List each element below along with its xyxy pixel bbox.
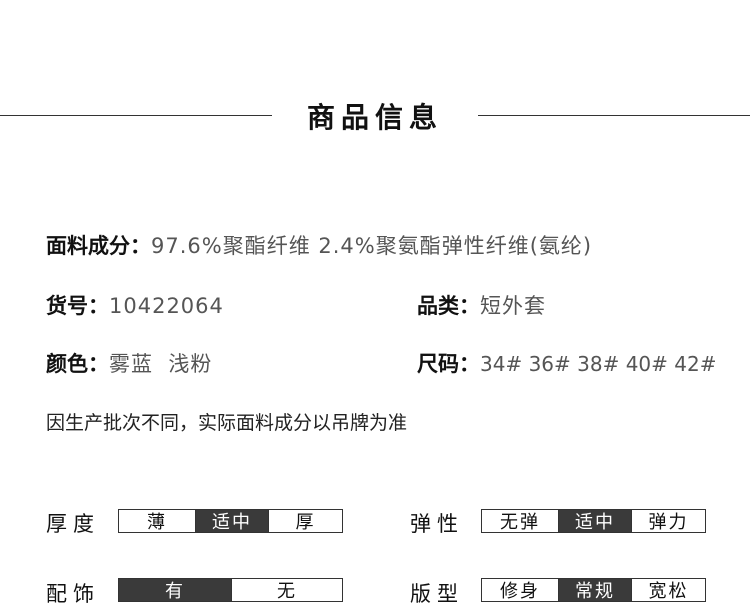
section-title: 商品信息 — [306, 101, 443, 134]
thickness-scale: 薄 适中 厚 — [118, 509, 343, 533]
accessory-scale: 有 无 — [118, 578, 343, 602]
size-label: 尺码： — [417, 352, 480, 376]
fit-scale: 修身 常规 宽松 — [481, 578, 706, 602]
elasticity-scale: 无弹 适中 弹力 — [481, 509, 706, 533]
accessory-option: 无 — [231, 579, 342, 602]
thickness-option: 薄 — [147, 512, 167, 533]
sku-value: 10422064 — [109, 294, 224, 318]
fit-option: 常规 — [558, 579, 631, 602]
sku-label: 货号： — [46, 294, 109, 318]
material-label: 面料成分： — [46, 234, 151, 258]
accessory-label: 配饰 — [46, 582, 100, 606]
accessory-option: 有 — [119, 579, 231, 602]
color-value: 雾蓝 浅粉 — [109, 352, 213, 376]
header-right-rule — [478, 115, 750, 116]
thickness-label: 厚度 — [46, 512, 100, 536]
color-label: 颜色： — [46, 352, 109, 376]
thickness-option: 适中 — [195, 510, 268, 533]
color-row: 颜色：雾蓝 浅粉 — [46, 348, 212, 378]
fit-option: 修身 — [500, 581, 540, 602]
material-note: 因生产批次不同，实际面料成分以吊牌为准 — [46, 412, 408, 434]
size-value: 34# 36# 38# 40# 42# — [480, 352, 717, 376]
sku-row: 货号：10422064 — [46, 290, 224, 320]
category-value: 短外套 — [480, 294, 546, 318]
elasticity-option: 弹力 — [631, 510, 705, 533]
category-row: 品类：短外套 — [417, 290, 546, 320]
elasticity-option: 适中 — [558, 510, 631, 533]
material-value: 97.6%聚酯纤维 2.4%聚氨酯弹性纤维(氨纶) — [151, 234, 593, 258]
elasticity-option: 无弹 — [500, 512, 540, 533]
size-row: 尺码：34# 36# 38# 40# 42# — [417, 348, 716, 378]
material-row: 面料成分：97.6%聚酯纤维 2.4%聚氨酯弹性纤维(氨纶) — [46, 230, 592, 260]
category-label: 品类： — [417, 294, 480, 318]
fit-option: 宽松 — [631, 579, 705, 602]
elasticity-label: 弹性 — [410, 512, 464, 536]
fit-label: 版型 — [410, 582, 464, 606]
thickness-option: 厚 — [268, 510, 342, 533]
